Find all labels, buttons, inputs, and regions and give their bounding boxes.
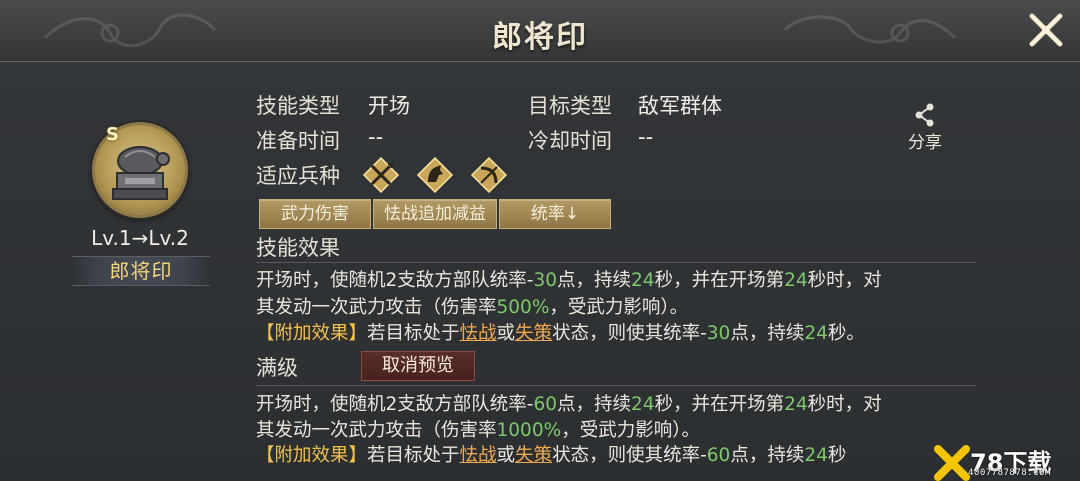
tag-command-down: 统率↓ [499, 199, 611, 229]
effect-line-3: 【附加效果】若目标处于怯战或失策状态，则使其统率-30点，持续24秒。 [256, 323, 865, 344]
page-title: 郎将印 [492, 20, 588, 55]
maxlevel-line-2: 其发动一次武力攻击（伤害率1000%，受武力影响）。 [256, 420, 700, 441]
cavalry-icon[interactable] [416, 156, 454, 194]
cooldown-value: -- [638, 125, 654, 149]
status-fear-link[interactable]: 怯战 [460, 323, 497, 344]
watermark-x-logo [934, 445, 970, 481]
cooldown-label: 冷却时间 [528, 129, 612, 153]
skill-type-label: 技能类型 [256, 94, 340, 118]
skill-detail-panel: 郎将印 S Lv.1→Lv.2 郎将印 技能类型 开场 目标类型 敌军群体 准备… [0, 0, 1080, 481]
skill-grade-badge: S [106, 124, 119, 145]
maxlevel-line-1: 开场时，使随机2支敌方部队统率-60点，持续24秒，并在开场第24秒时，对 [256, 394, 882, 415]
status-blunder-link[interactable]: 失策 [515, 445, 552, 466]
share-button[interactable]: 分享 [900, 102, 950, 153]
troops-label: 适应兵种 [256, 164, 340, 188]
effect-line-2: 其发动一次武力攻击（伤害率500%，受武力影响）。 [256, 297, 689, 318]
effect-divider [256, 262, 976, 263]
close-button[interactable] [1026, 10, 1066, 50]
skill-name-plate: 郎将印 [72, 256, 210, 286]
title-bar: 郎将印 [0, 0, 1080, 62]
maxlevel-heading: 满级 [256, 356, 298, 380]
skill-level: Lv.1→Lv.2 [91, 226, 189, 250]
tag-fear-debuff: 怯战追加减益 [373, 199, 497, 229]
spear-icon[interactable] [362, 156, 400, 194]
watermark-sub-text: 4007787878.COM [968, 468, 1051, 478]
status-fear-link[interactable]: 怯战 [460, 445, 497, 466]
maxlevel-line-3: 【附加效果】若目标处于怯战或失策状态，则使其统率-60点，持续24秒 [256, 445, 847, 466]
share-icon [915, 103, 934, 127]
prep-time-label: 准备时间 [256, 129, 340, 153]
effect-heading: 技能效果 [256, 236, 340, 260]
share-label: 分享 [908, 133, 942, 153]
skill-type-value: 开场 [368, 94, 410, 118]
prep-time-value: -- [368, 125, 384, 149]
site-watermark: 78下载 4007787878.COM [934, 445, 1080, 481]
maxlevel-divider [256, 385, 976, 386]
target-type-value: 敌军群体 [638, 94, 722, 118]
tag-martial-damage: 武力伤害 [259, 199, 371, 229]
bow-icon[interactable] [470, 156, 508, 194]
effect-line-1: 开场时，使随机2支敌方部队统率-30点，持续24秒，并在开场第24秒时，对 [256, 270, 882, 291]
status-blunder-link[interactable]: 失策 [515, 323, 552, 344]
target-type-label: 目标类型 [528, 94, 612, 118]
cancel-preview-button[interactable]: 取消预览 [361, 351, 475, 381]
close-x-icon [1029, 13, 1063, 47]
